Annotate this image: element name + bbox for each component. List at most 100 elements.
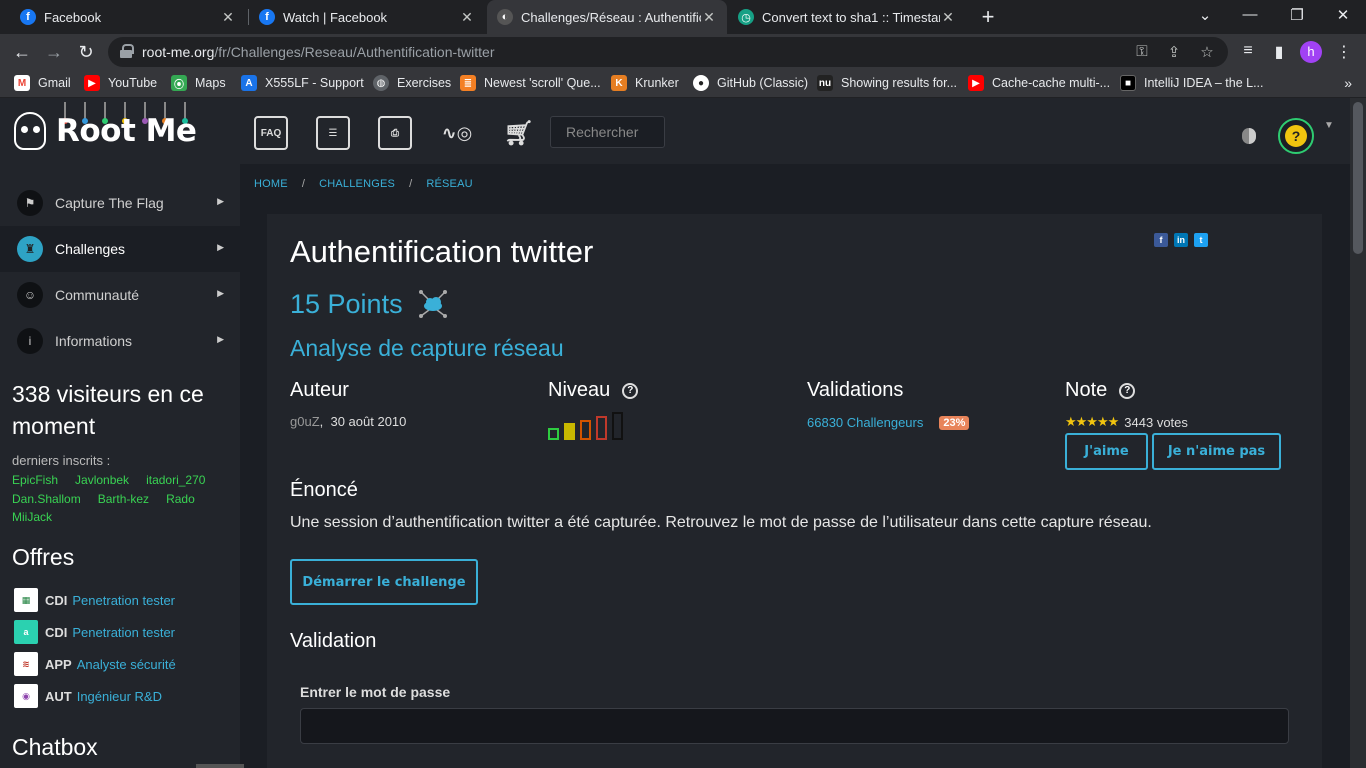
cart-icon[interactable]: 🛒︎: [502, 116, 536, 150]
bookmark-youtube[interactable]: ▶ YouTube: [84, 75, 157, 91]
difficulty-bar-5: [612, 412, 623, 440]
start-challenge-button[interactable]: Démarrer le challenge: [290, 559, 478, 605]
close-icon[interactable]: ✕: [220, 9, 236, 26]
bookmark-star-icon[interactable]: ☆: [1198, 43, 1216, 61]
question-avatar-icon: ?: [1285, 125, 1307, 147]
share-icon[interactable]: ⇪: [1165, 43, 1183, 61]
offre-item[interactable]: ▦ CDI Penetration tester: [14, 588, 175, 612]
bookmarks-bar: M Gmail ▶ YouTube ⦿ Maps A X555LF - Support …: [0, 70, 1366, 98]
votes-count: 3443 votes: [1124, 414, 1188, 430]
profile-avatar[interactable]: h: [1300, 41, 1322, 63]
activity-icon[interactable]: ∿◎: [440, 116, 474, 150]
new-tab-button[interactable]: +: [978, 4, 998, 30]
bookmark-krunker[interactable]: K Krunker: [611, 75, 679, 91]
bookmark-label: X555LF - Support: [265, 76, 364, 90]
close-icon[interactable]: ✕: [459, 9, 475, 26]
back-icon[interactable]: ←: [12, 42, 32, 62]
breadcrumb-reseau[interactable]: RÉSEAU: [426, 178, 472, 190]
close-icon[interactable]: ✕: [701, 9, 717, 26]
inscrit-link[interactable]: itadori_270: [146, 471, 205, 490]
help-icon[interactable]: ?: [1119, 382, 1136, 399]
lock-icon[interactable]: [120, 44, 134, 58]
sidebar-item-ctf[interactable]: ⚑ Capture The Flag ▶: [0, 180, 240, 226]
close-icon[interactable]: ✕: [940, 9, 956, 26]
bookmark-cache-cache[interactable]: ▶ Cache-cache multi-...: [968, 75, 1110, 91]
author-link[interactable]: g0uZ: [290, 414, 320, 429]
faq-icon[interactable]: FAQ: [254, 116, 288, 150]
user-avatar[interactable]: ?: [1278, 118, 1314, 154]
bookmark-stackoverflow[interactable]: ≣ Newest 'scroll' Que...: [460, 75, 601, 91]
intellij-icon: ■: [1120, 75, 1136, 91]
auteur-heading: Auteur: [290, 379, 349, 402]
chevron-right-icon: ▶: [217, 196, 224, 206]
offre-item[interactable]: ◉ AUT Ingénieur R&D: [14, 684, 162, 708]
inscrit-link[interactable]: Barth-kez: [98, 490, 149, 509]
offre-type: CDI: [45, 624, 68, 640]
tab-sha1[interactable]: ◷ Convert text to sha1 :: Timestamp ✕: [728, 0, 966, 34]
note-heading: Note?: [1065, 379, 1136, 402]
password-field[interactable]: [300, 708, 1289, 744]
github-icon: ●: [693, 75, 709, 91]
bookmark-maps[interactable]: ⦿ Maps: [171, 75, 226, 91]
bookmark-intellij[interactable]: ■ IntelliJ IDEA – the L...: [1120, 75, 1264, 91]
help-icon[interactable]: ?: [622, 382, 639, 399]
key-icon[interactable]: ⚿: [1133, 43, 1151, 60]
menu-icon[interactable]: ⋮: [1334, 42, 1354, 62]
bookmark-nu[interactable]: nu Showing results for...: [817, 75, 957, 91]
tab-search-icon[interactable]: ⌄: [1195, 6, 1215, 24]
tab-challenge[interactable]: ◐ Challenges/Réseau : Authentification t…: [487, 0, 727, 34]
like-button[interactable]: J'aime: [1065, 433, 1148, 470]
chevron-down-icon[interactable]: ▼: [1324, 120, 1334, 131]
inscrit-link[interactable]: EpicFish: [12, 471, 58, 490]
challenge-category[interactable]: Analyse de capture réseau: [290, 335, 564, 362]
breadcrumb-home[interactable]: HOME: [254, 178, 288, 190]
side-panel-icon[interactable]: ▮: [1269, 42, 1289, 62]
facebook-share-icon[interactable]: f: [1154, 233, 1168, 247]
bookmark-asus[interactable]: A X555LF - Support: [241, 75, 364, 91]
youtube-icon: ▶: [968, 75, 984, 91]
root-me-logo[interactable]: Root Me: [14, 112, 197, 150]
sidebar-item-communaute[interactable]: ☺ Communauté ▶: [0, 272, 240, 318]
bookmark-exercises[interactable]: ◍ Exercises: [373, 75, 451, 91]
linkedin-share-icon[interactable]: in: [1174, 233, 1188, 247]
stackoverflow-icon: ≣: [460, 75, 476, 91]
scrollbar[interactable]: [1350, 98, 1366, 768]
url-path: /fr/Challenges/Reseau/Authentification-t…: [214, 44, 495, 60]
inscrit-link[interactable]: Rado: [166, 490, 195, 509]
tab-facebook[interactable]: f Facebook ✕: [10, 0, 246, 34]
difficulty-bar-4: [596, 416, 607, 440]
search-input[interactable]: Rechercher: [550, 116, 665, 148]
documentation-icon[interactable]: ☰: [316, 116, 350, 150]
theme-toggle-icon[interactable]: [1242, 128, 1256, 144]
inscrit-link[interactable]: Javlonbek: [75, 471, 129, 490]
scrollbar-thumb[interactable]: [1353, 102, 1363, 254]
validations-link[interactable]: 66830 Challengeurs: [807, 415, 923, 430]
reload-icon[interactable]: ↻: [76, 42, 96, 62]
rating-stars-icon: ★★★★★: [1065, 414, 1119, 429]
rating-info: ★★★★★ 3443 votes: [1065, 414, 1188, 430]
minimize-icon[interactable]: —: [1240, 6, 1260, 23]
sidebar-item-challenges[interactable]: ♜ Challenges ▶: [0, 226, 240, 272]
tab-watch-facebook[interactable]: f Watch | Facebook ✕: [249, 0, 485, 34]
media-icon[interactable]: ≡: [1238, 42, 1258, 60]
bookmark-github[interactable]: ● GitHub (Classic): [693, 75, 808, 91]
sidebar-item-informations[interactable]: i Informations ▶: [0, 318, 240, 364]
restore-icon[interactable]: ❐: [1287, 6, 1307, 24]
url-host: root-me.org: [142, 44, 215, 60]
more-bookmarks-icon[interactable]: »: [1344, 75, 1352, 91]
url-text[interactable]: root-me.org/fr/Challenges/Reseau/Authent…: [142, 44, 495, 60]
validations-heading: Validations: [807, 379, 903, 402]
address-bar[interactable]: root-me.org/fr/Challenges/Reseau/Authent…: [108, 37, 1228, 67]
twitter-share-icon[interactable]: t: [1194, 233, 1208, 247]
offre-item[interactable]: ≋ APP Analyste sécurité: [14, 652, 176, 676]
company-logo-icon: ◉: [14, 684, 38, 708]
offre-item[interactable]: a CDI Penetration tester: [14, 620, 175, 644]
inscrit-link[interactable]: MiiJack: [12, 508, 52, 527]
inscrit-link[interactable]: Dan.Shallom: [12, 490, 81, 509]
breadcrumb-challenges[interactable]: CHALLENGES: [319, 178, 395, 190]
window-close-icon[interactable]: ✕: [1333, 6, 1353, 24]
forward-icon[interactable]: →: [44, 42, 64, 62]
bookmark-gmail[interactable]: M Gmail: [14, 75, 71, 91]
dislike-button[interactable]: Je n'aime pas: [1152, 433, 1281, 470]
tools-icon[interactable]: ⎙: [378, 116, 412, 150]
